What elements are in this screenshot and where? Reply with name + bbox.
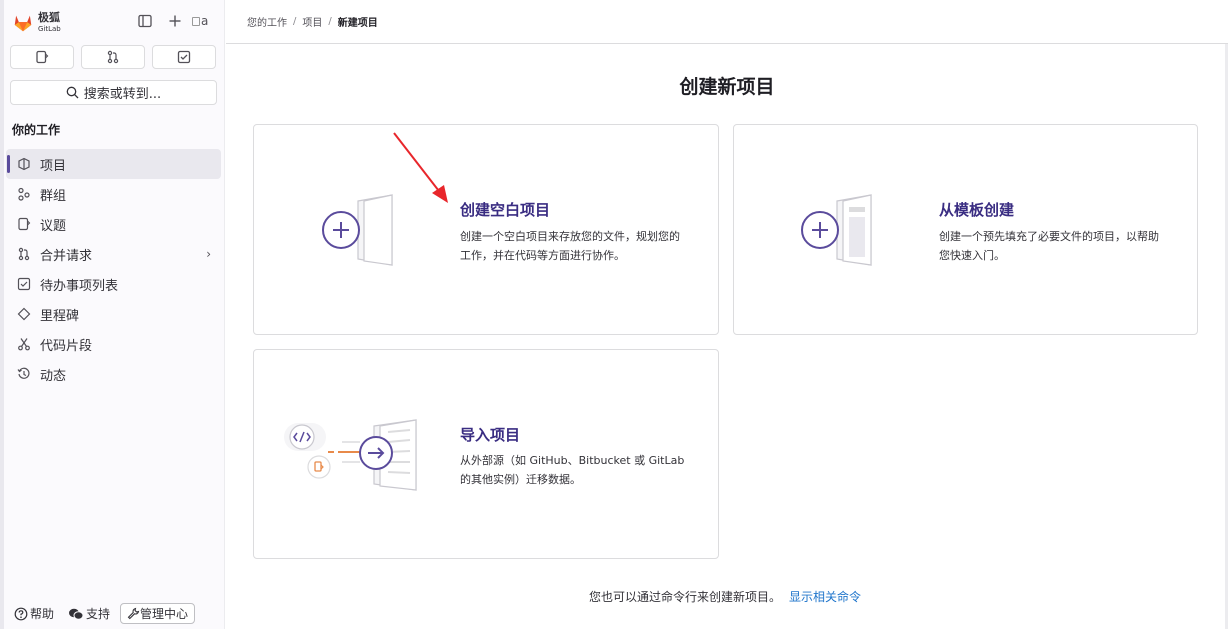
card-description-line: 创建一个空白项目来存放您的文件，规划您的 <box>460 230 680 243</box>
window-left-edge <box>0 0 4 629</box>
annotation-arrow-icon <box>393 132 448 203</box>
merge-request-icon <box>107 50 119 64</box>
avatar-alt-text: a <box>201 14 209 28</box>
sidebar-item-merge-requests[interactable]: 合并请求 › <box>6 239 221 269</box>
support-button[interactable]: 支持 <box>68 605 110 622</box>
admin-label: 管理中心 <box>140 607 189 621</box>
breadcrumb-separator: / <box>293 16 297 27</box>
broken-image-icon <box>192 16 200 26</box>
todo-list-button[interactable] <box>152 45 216 69</box>
brand-name: 极狐 <box>38 10 60 24</box>
wrench-icon <box>127 607 140 620</box>
gitlab-fox-icon <box>14 15 32 32</box>
toggle-sidebar-icon[interactable] <box>136 12 154 30</box>
card-description-line: 工作，并在代码等方面进行协作。 <box>460 249 625 262</box>
create-blank-project-card[interactable]: 创建空白项目 创建一个空白项目来存放您的文件，规划您的 工作，并在代码等方面进行… <box>253 124 719 335</box>
import-project-card[interactable]: 导入项目 从外部源（如 GitHub、Bitbucket 或 GitLab 的其… <box>253 349 719 559</box>
breadcrumb-new-project[interactable]: 新建项目 <box>338 14 378 29</box>
section-title-your-work: 你的工作 <box>12 123 61 137</box>
breadcrumb-projects[interactable]: 项目 <box>302 14 322 29</box>
import-project-illustration <box>284 419 417 491</box>
help-label: 帮助 <box>30 607 55 621</box>
plus-icon[interactable] <box>166 12 184 30</box>
card-description: 创建一个空白项目来存放您的文件，规划您的 工作，并在代码等方面进行协作。 <box>460 227 716 265</box>
sidebar-item-label: 群组 <box>40 188 67 204</box>
show-commands-link[interactable]: 显示相关命令 <box>789 590 861 604</box>
search-button[interactable]: 搜索或转到... <box>10 80 217 105</box>
milestone-icon <box>16 306 32 322</box>
sidebar-nav: 项目 群组 议题 合并请求 › 待办事项列表 里程碑 代码片段 动态 <box>6 149 221 389</box>
search-label: 搜索或转到... <box>83 87 162 102</box>
assigned-issues-button[interactable] <box>10 45 74 69</box>
card-description-line: 从外部源（如 GitHub、Bitbucket 或 GitLab <box>460 454 685 467</box>
breadcrumb-separator: / <box>328 16 332 27</box>
sidebar-item-groups[interactable]: 群组 <box>6 179 221 209</box>
card-title: 创建空白项目 <box>460 201 551 219</box>
sidebar-item-label: 代码片段 <box>40 338 93 354</box>
sidebar-item-todos[interactable]: 待办事项列表 <box>6 269 221 299</box>
create-from-template-card[interactable]: 从模板创建 创建一个预先填充了必要文件的项目，以帮助 您快速入门。 <box>733 124 1198 335</box>
snippet-icon <box>16 336 32 352</box>
chevron-right-icon[interactable]: › <box>206 247 211 261</box>
help-icon <box>14 607 28 620</box>
card-title: 从模板创建 <box>939 201 1015 219</box>
todo-icon <box>177 50 191 64</box>
group-icon <box>16 186 32 202</box>
card-description: 从外部源（如 GitHub、Bitbucket 或 GitLab 的其他实例）迁… <box>460 451 716 489</box>
sidebar-item-snippets[interactable]: 代码片段 <box>6 329 221 359</box>
activity-icon <box>16 366 32 382</box>
sidebar-item-label: 动态 <box>40 368 67 384</box>
card-title: 导入项目 <box>460 426 521 444</box>
breadcrumb: 您的工作 / 项目 / 新建项目 <box>226 0 1228 44</box>
sidebar-item-label: 合并请求 <box>40 248 93 264</box>
brand-sub: GitLab <box>38 24 61 33</box>
breadcrumb-your-work[interactable]: 您的工作 <box>247 14 287 29</box>
avatar[interactable]: a <box>192 12 212 30</box>
todo-icon <box>16 276 32 292</box>
card-description-line: 您快速入门。 <box>939 249 1005 262</box>
template-illustration <box>801 194 872 266</box>
sidebar: 极狐 GitLab a 搜索或转到... 你的工作 项目 群组 议题 合并请求 … <box>0 0 225 629</box>
merge-requests-button[interactable] <box>81 45 145 69</box>
sidebar-item-projects[interactable]: 项目 <box>6 149 221 179</box>
card-description-line: 创建一个预先填充了必要文件的项目，以帮助 <box>939 230 1159 243</box>
sidebar-item-issues[interactable]: 议题 <box>6 209 221 239</box>
wechat-icon <box>69 608 84 620</box>
card-description-line: 的其他实例）迁移数据。 <box>460 473 581 486</box>
sidebar-item-label: 里程碑 <box>40 308 80 324</box>
issues-icon <box>16 216 32 232</box>
sidebar-item-label: 项目 <box>40 158 67 174</box>
sidebar-item-activity[interactable]: 动态 <box>6 359 221 389</box>
cli-hint: 您也可以通过命令行来创建新项目。 显示相关命令 <box>589 588 861 605</box>
merge-request-icon <box>16 246 32 262</box>
support-label: 支持 <box>86 607 111 621</box>
issues-icon <box>36 50 49 64</box>
card-description: 创建一个预先填充了必要文件的项目，以帮助 您快速入门。 <box>939 227 1195 265</box>
project-icon <box>16 156 32 172</box>
help-button[interactable]: 帮助 <box>14 605 54 622</box>
cli-hint-text: 您也可以通过命令行来创建新项目。 <box>589 590 782 604</box>
page-title: 创建新项目 <box>679 76 775 98</box>
brand-logo-link[interactable]: 极狐 GitLab <box>12 10 61 36</box>
search-icon <box>66 86 79 99</box>
sidebar-item-label: 待办事项列表 <box>40 278 119 294</box>
sidebar-item-label: 议题 <box>40 218 67 234</box>
admin-area-button[interactable]: 管理中心 <box>120 603 196 624</box>
sidebar-item-milestones[interactable]: 里程碑 <box>6 299 221 329</box>
